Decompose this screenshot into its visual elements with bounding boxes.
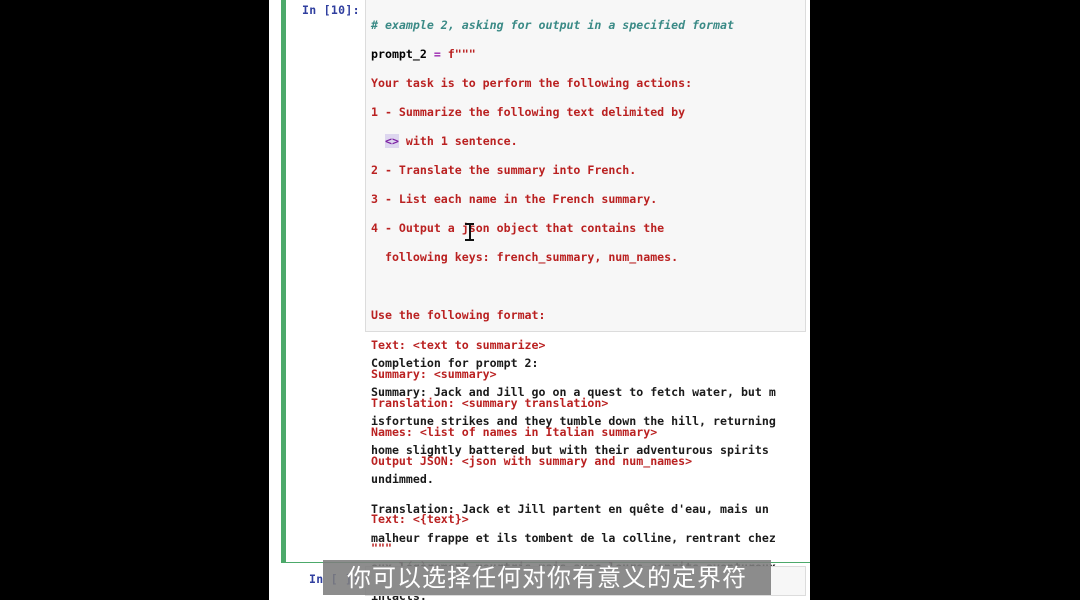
output-line: home slightly battered but with their ad… <box>371 443 769 458</box>
code-line: following keys: french_summary, num_name… <box>371 250 801 265</box>
output-line: undimmed. <box>371 472 434 487</box>
code-line: Use the following format: <box>371 308 801 323</box>
code-editor-cell[interactable]: # example 2, asking for output in a spec… <box>365 0 806 600</box>
code-line: 2 - Translate the summary into French. <box>371 163 801 178</box>
code-line: # example 2, asking for output in a spec… <box>371 18 801 33</box>
code-line: prompt_2 = f""" <box>371 47 801 62</box>
code-token-operator: = <box>433 46 441 61</box>
code-token-string: 4 - Output a json object that contains t… <box>371 221 665 236</box>
code-token-string: with 1 sentence. <box>398 133 518 148</box>
code-token-string: Your task is to perform the following ac… <box>371 75 693 90</box>
output-line: isfortune strikes and they tumble down t… <box>371 413 776 428</box>
code-line: 3 - List each name in the French summary… <box>371 192 801 207</box>
bracket-match-highlight: <> <box>384 133 399 148</box>
code-token-string: 3 - List each name in the French summary… <box>371 192 658 207</box>
code-token-string: 2 - Translate the summary into French. <box>371 163 637 178</box>
jupyter-notebook-page: In [10]: # example 2, asking for output … <box>269 0 810 600</box>
code-token-string: following keys: french_summary, num_name… <box>371 250 679 265</box>
code-token-comment: # example 2, asking for output in a spec… <box>371 17 734 32</box>
selected-cell-indicator-bar <box>281 0 286 563</box>
subtitle-text: 你可以选择任何对你有意义的定界符 <box>347 563 747 592</box>
code-line: 1 - Summarize the following text delimit… <box>371 105 801 120</box>
text-ibeam-cursor <box>465 222 474 242</box>
cell-input-prompt: In [10]: <box>302 3 360 17</box>
code-line: 4 - Output a json object that contains t… <box>371 221 801 236</box>
code-token-string: f""" <box>440 46 476 61</box>
output-line: malheur frappe et ils tombent de la coll… <box>371 530 776 545</box>
code-token-name: prompt_2 <box>371 46 434 61</box>
code-token-string: 1 - Summarize the following text delimit… <box>371 104 686 119</box>
code-token-string: Use the following format: <box>371 308 546 323</box>
output-line: Translation: Jack et Jill partent en quê… <box>371 501 769 516</box>
code-token-string <box>371 134 385 148</box>
code-line: Your task is to perform the following ac… <box>371 76 801 91</box>
output-line: Completion for prompt 2: <box>371 355 539 370</box>
video-frame: In [10]: # example 2, asking for output … <box>0 0 1080 600</box>
code-line: <> with 1 sentence. <box>371 133 801 149</box>
output-line: Summary: Jack and Jill go on a quest to … <box>371 384 776 399</box>
video-subtitle-overlay: 你可以选择任何对你有意义的定界符 <box>323 560 771 595</box>
